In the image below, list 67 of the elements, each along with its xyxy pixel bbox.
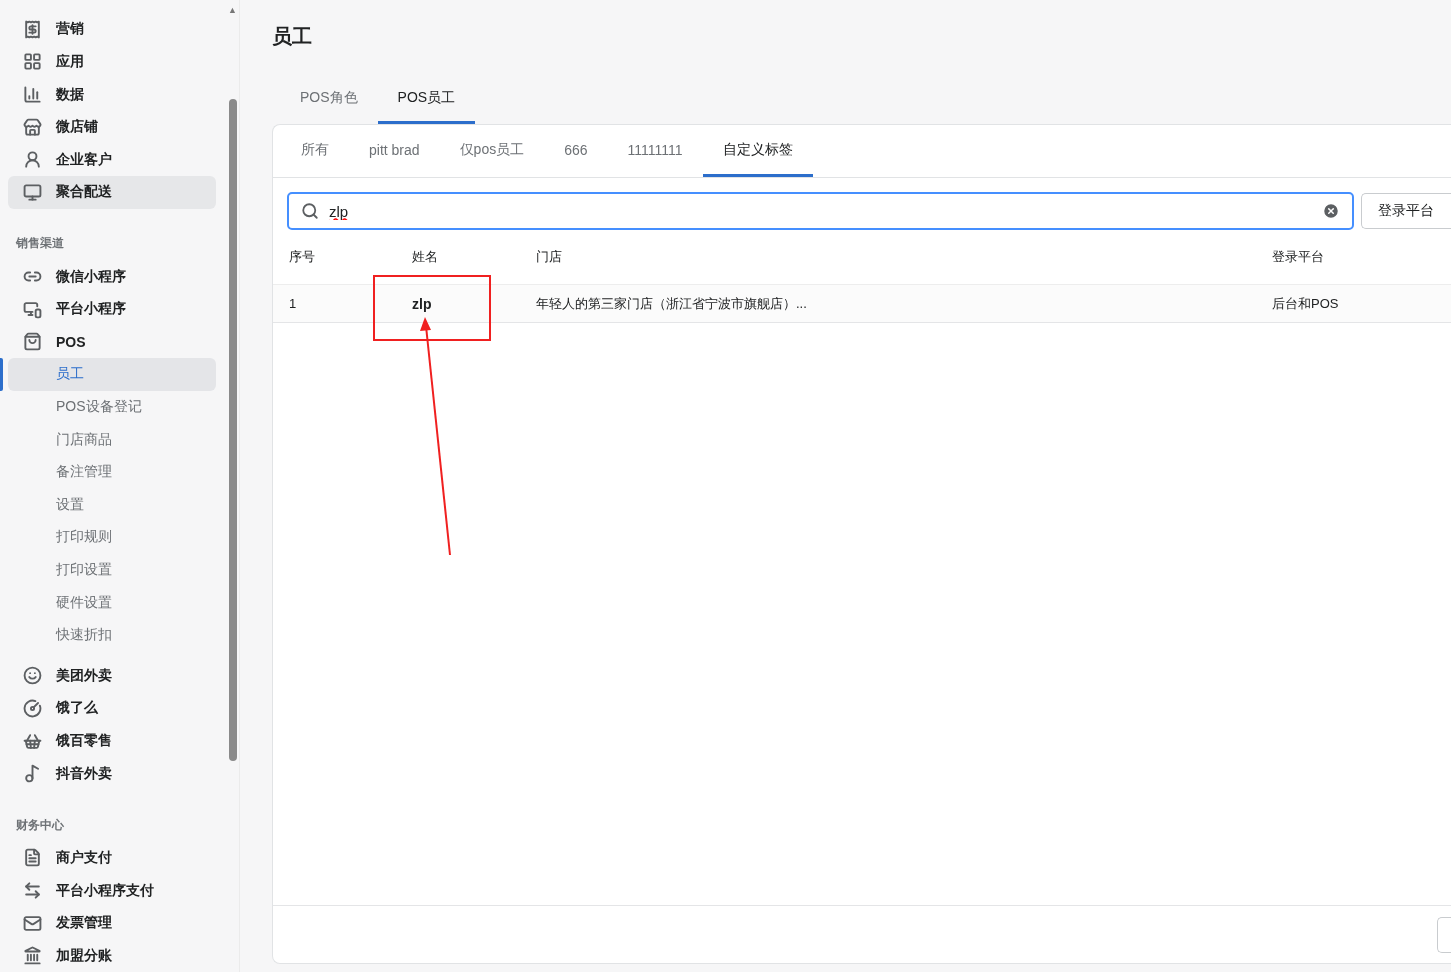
sidebar-item[interactable]: 加盟分账: [8, 939, 216, 972]
filter-tab[interactable]: 仅pos员工: [439, 125, 545, 177]
pagination-button[interactable]: [1437, 916, 1451, 953]
sidebar-subitem[interactable]: 快速折扣: [8, 618, 216, 652]
sidebar-subitem[interactable]: 打印规则: [8, 521, 216, 554]
sidebar-subitem[interactable]: 备注管理: [8, 455, 216, 489]
store-icon: [22, 117, 42, 137]
filter-tab[interactable]: 自定义标签: [702, 125, 813, 177]
sidebar-item[interactable]: 发票管理: [8, 906, 216, 940]
sidebar-item[interactable]: 抖音外卖: [8, 757, 216, 790]
sidebar-subitem[interactable]: POS设备登记: [8, 390, 216, 424]
mail-icon: [22, 913, 42, 933]
monitor-icon: [22, 182, 42, 202]
sidebar-item[interactable]: 微信小程序: [8, 260, 216, 293]
clear-icon[interactable]: [1322, 202, 1340, 220]
column-header: 姓名: [411, 248, 439, 266]
receipt-icon: [22, 19, 42, 39]
active-indicator: [0, 358, 3, 391]
search-field[interactable]: zlp: [287, 192, 1354, 230]
tab[interactable]: POS角色: [280, 74, 378, 124]
bar-chart-icon: [22, 85, 42, 104]
filter-button[interactable]: 登录平台: [1361, 193, 1451, 229]
sidebar-item[interactable]: 饿百零售: [8, 724, 216, 758]
column-header: 登录平台: [1271, 248, 1325, 266]
bank-icon: [22, 946, 42, 966]
sidebar-item[interactable]: 营销: [8, 13, 216, 46]
filter-tab[interactable]: pitt brad: [349, 125, 440, 177]
sidebar-item[interactable]: POS: [8, 325, 216, 359]
column-header: 序号: [288, 248, 316, 266]
sidebar-item[interactable]: 聚合配送: [8, 176, 216, 209]
sidebar-item[interactable]: 数据: [8, 78, 216, 111]
scrollbar-thumb[interactable]: [228, 99, 237, 761]
sidebar-subitem[interactable]: 打印设置: [8, 553, 216, 587]
shopping-bag-icon: [22, 332, 42, 352]
table-cell-text: 1: [288, 296, 298, 311]
scroll-up-arrow[interactable]: ▲: [228, 5, 237, 15]
sidebar-item[interactable]: 美团外卖: [8, 659, 216, 693]
table-cell-text: 后台和POS: [1271, 294, 1340, 313]
monitor-icon: [22, 299, 42, 319]
document-icon: [22, 848, 42, 868]
sidebar-item[interactable]: 饿了么: [8, 692, 216, 725]
sidebar-item[interactable]: 企业客户: [8, 143, 216, 177]
filter-tab[interactable]: 666: [544, 125, 608, 177]
music-note-icon: [22, 764, 42, 784]
page-title: 员工: [272, 24, 313, 49]
table-cell-text: zlp: [411, 295, 433, 312]
sidebar-item[interactable]: 微店铺: [8, 110, 216, 144]
sidebar-subitem[interactable]: 硬件设置: [8, 586, 216, 619]
basket-icon: [22, 731, 42, 751]
sidebar-item[interactable]: 商户支付: [8, 841, 216, 875]
filter-tab[interactable]: 11111111: [607, 125, 703, 177]
filter-tab[interactable]: 所有: [281, 125, 349, 177]
search-icon: [301, 202, 319, 220]
sidebar-item[interactable]: 平台小程序: [8, 292, 216, 326]
sidebar-item[interactable]: 应用: [8, 45, 216, 79]
sidebar-subitem[interactable]: 门店商品: [8, 423, 216, 456]
gauge-icon: [22, 699, 42, 718]
table-cell-text: 年轻人的第三家门店（浙江省宁波市旗舰店）...: [535, 294, 808, 313]
column-header: 门店: [535, 248, 563, 266]
face-icon: [22, 666, 42, 686]
sidebar-item[interactable]: 平台小程序支付: [8, 874, 216, 907]
section-heading: 财务中心: [15, 816, 65, 834]
section-heading: 销售渠道: [15, 235, 65, 253]
sidebar-subitem[interactable]: 设置: [8, 488, 216, 522]
grid-icon: [22, 52, 42, 72]
arrows-icon: [22, 881, 42, 901]
user-icon: [22, 150, 42, 170]
